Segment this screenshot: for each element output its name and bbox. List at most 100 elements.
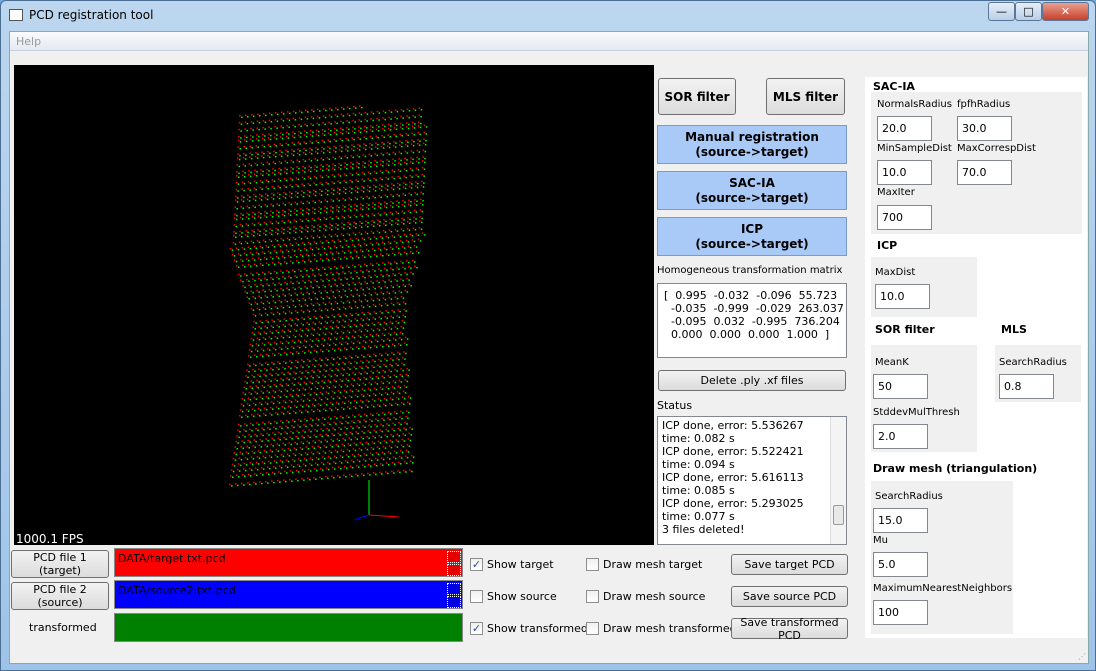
cloud-point [419,133,421,136]
cloud-point [376,147,379,150]
target-color-field[interactable]: DATA/target.txt.pcd [114,548,463,577]
menu-help[interactable]: Help [16,35,41,48]
cloud-point [335,325,338,327]
cloud-point [312,131,314,133]
spin-down-icon[interactable] [447,564,461,576]
cloud-point [389,129,392,131]
min-sample-dist-input[interactable]: 10.0 [877,160,932,185]
cloud-point [331,446,334,448]
max-corresp-dist-input[interactable]: 70.0 [957,160,1012,185]
cloud-point [295,393,298,396]
cloud-point [289,373,291,375]
mls-filter-button[interactable]: MLS filter [766,78,845,115]
mu-input[interactable]: 5.0 [873,552,928,577]
resize-grip-icon[interactable]: ⋰ [1078,652,1086,661]
fpfh-radius-input[interactable]: 30.0 [957,116,1012,141]
cloud-point [385,428,387,431]
sor-filter-button[interactable]: SOR filter [658,78,736,115]
cloud-point [240,446,242,448]
cloud-point [388,109,391,112]
show-transformed-checkbox[interactable]: ✓ [470,622,483,635]
spin-down-icon[interactable] [447,596,461,608]
transformation-matrix[interactable]: [ 0.995 -0.032 -0.096 55.723 -0.035 -0.9… [657,283,847,358]
spin-up-icon[interactable] [447,583,461,595]
cloud-point [377,247,380,250]
cloud-point [414,116,416,118]
cloud-point [385,323,388,325]
cloud-point [349,172,352,175]
cloud-point [381,388,384,390]
mls-search-radius-input[interactable]: 0.8 [999,374,1054,399]
cloud-point [349,368,351,370]
cloud-point [421,203,424,206]
manual-registration-button[interactable]: Manual registration (source->target) [657,125,847,164]
icp-button[interactable]: ICP (source->target) [657,217,847,256]
draw-mesh-target-checkbox[interactable] [586,558,599,571]
cloud-point [401,333,404,335]
cloud-point [373,221,375,224]
cloud-point [389,246,392,249]
max-iter-input[interactable]: 700 [877,205,932,230]
spin-up-icon[interactable] [447,551,461,563]
cloud-point [308,442,310,444]
cloud-point [250,290,252,292]
minimize-button[interactable]: — [988,2,1015,21]
cloud-point [337,326,340,329]
cloud-point [330,205,332,208]
cloud-point [370,370,372,373]
cloud-point [257,450,260,452]
cloud-point [354,266,356,268]
cloud-point [403,219,405,221]
cloud-point [262,174,264,177]
cloud-point [268,271,270,273]
cloud-point [359,224,361,227]
save-source-button[interactable]: Save source PCD [731,586,848,607]
cloud-point [330,375,332,378]
sac-ia-button[interactable]: SAC-IA (source->target) [657,171,847,210]
cloud-point [392,422,394,425]
show-target-checkbox[interactable]: ✓ [470,558,483,571]
cloud-point [257,429,259,431]
cloud-point [342,284,344,287]
cloud-point [241,246,244,249]
cloud-point [385,399,388,401]
normals-radius-input[interactable]: 20.0 [877,116,932,141]
load-source-button[interactable]: PCD file 2 (source) [11,582,109,610]
cloud-point [325,229,327,231]
cloud-point [323,408,325,410]
status-log[interactable]: ICP done, error: 5.536267 time: 0.082 s IC… [657,416,847,545]
meank-input[interactable]: 50 [873,374,928,399]
cloud-point [348,284,350,286]
save-target-button[interactable]: Save target PCD [731,554,848,575]
cloud-point [308,386,311,389]
cloud-point [312,124,314,127]
show-source-checkbox[interactable] [470,590,483,603]
cloud-point [327,132,330,134]
cloud-point [372,359,374,361]
source-color-field[interactable]: DATA/source2.txt.pcd [114,580,463,609]
cloud-point [342,306,345,308]
status-scrollbar[interactable] [830,417,846,544]
stddev-input[interactable]: 2.0 [873,424,928,449]
draw-mesh-source-checkbox[interactable] [586,590,599,603]
point-cloud-viewer[interactable]: 1000.1 FPS [14,65,654,546]
save-transformed-button[interactable]: Save transformed PCD [731,616,848,642]
transformed-color-field[interactable] [114,613,463,642]
mesh-search-radius-input[interactable]: 15.0 [873,508,928,533]
cloud-point [336,332,339,335]
close-button[interactable]: ✕ [1042,2,1089,21]
cloud-point [306,193,309,196]
draw-mesh-transformed-checkbox[interactable] [586,622,599,635]
cloud-point [405,235,408,237]
cloud-point [400,274,402,276]
cloud-point [302,442,304,445]
delete-files-button[interactable]: Delete .ply .xf files [658,370,846,391]
scrollbar-thumb[interactable] [833,505,844,525]
max-nn-input[interactable]: 100 [873,600,928,625]
cloud-point [389,321,392,323]
cloud-point [322,234,325,237]
cloud-point [265,230,267,232]
load-target-button[interactable]: PCD file 1 (target) [11,550,109,578]
maximize-button[interactable]: □ [1015,2,1042,21]
max-dist-input[interactable]: 10.0 [875,284,930,309]
